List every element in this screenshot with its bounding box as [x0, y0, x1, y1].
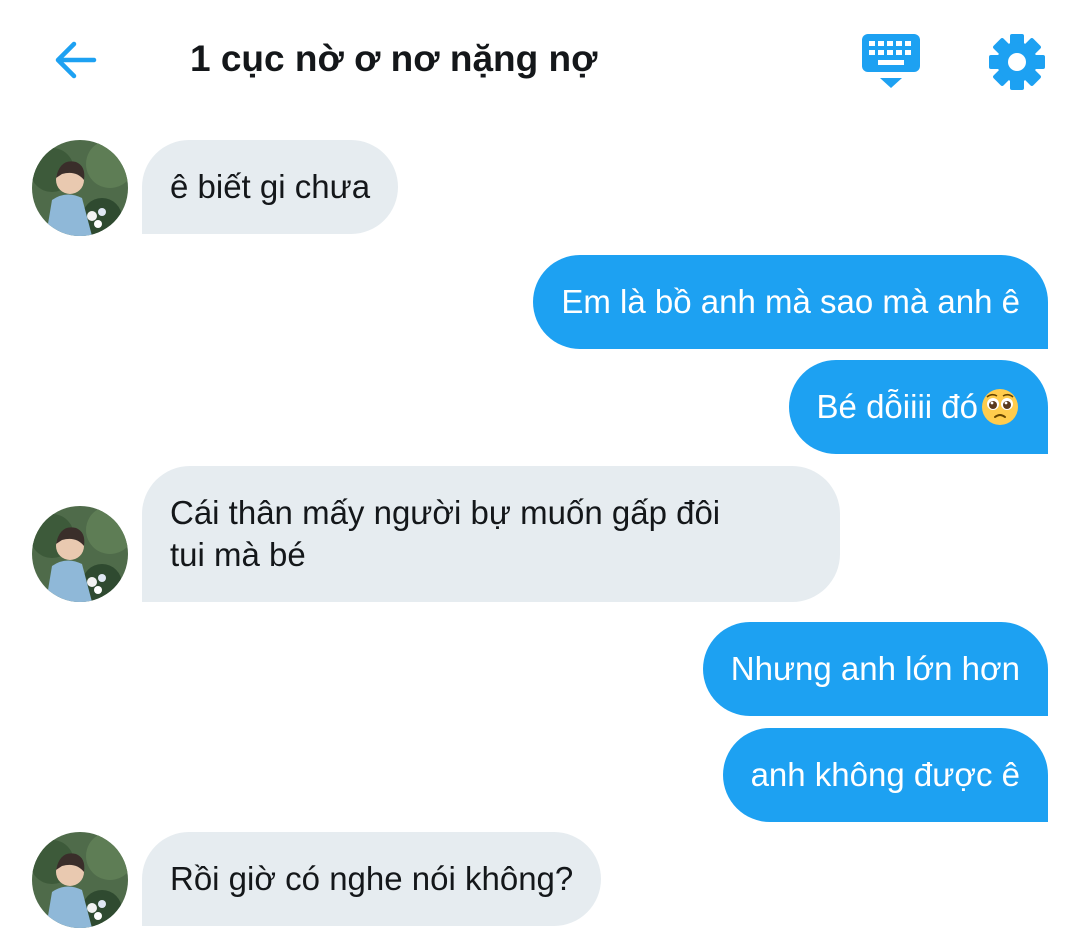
message-text: Cái thân mấy người bự muốn gấp đôi tui m…	[170, 494, 721, 573]
settings-button[interactable]	[985, 30, 1049, 94]
message-bubble-incoming[interactable]: ê biết gi chưa	[142, 140, 399, 234]
sender-avatar[interactable]	[32, 832, 128, 928]
message-bubble-outgoing[interactable]: Em là bồ anh mà sao mà anh ê	[533, 255, 1048, 349]
message-bubble-incoming[interactable]: Rồi giờ có nghe nói không?	[142, 832, 602, 926]
message-text: Bé dỗiiii đó	[816, 388, 978, 425]
message-text: ê biết gi chưa	[170, 168, 371, 205]
conversation-title: 1 cục nờ ơ nơ nặng nợ	[190, 38, 598, 79]
message-bubble-outgoing[interactable]: anh không được ê	[722, 728, 1048, 822]
avatar-photo	[32, 140, 128, 236]
conversation-header: 1 cục nờ ơ nơ nặng nợ	[0, 0, 1080, 120]
avatar-photo	[32, 832, 128, 928]
message-bubble-outgoing[interactable]: Bé dỗiiii đó	[788, 360, 1048, 454]
back-button[interactable]	[40, 28, 110, 92]
arrow-left-icon	[55, 41, 97, 79]
avatar-photo	[32, 506, 128, 602]
sender-avatar[interactable]	[32, 140, 128, 236]
message-text: Nhưng anh lớn hơn	[730, 650, 1020, 687]
message-text: Em là bồ anh mà sao mà anh ê	[561, 283, 1020, 320]
message-text: anh không được ê	[750, 756, 1020, 793]
pleading-face-emoji	[982, 389, 1018, 425]
keyboard-icon	[862, 34, 920, 88]
message-text: Rồi giờ có nghe nói không?	[170, 860, 574, 897]
sender-avatar[interactable]	[32, 506, 128, 602]
message-bubble-incoming[interactable]: Cái thân mấy người bự muốn gấp đôi tui m…	[142, 466, 840, 602]
gear-icon	[989, 34, 1045, 90]
keyboard-toggle-button[interactable]	[858, 30, 924, 92]
message-bubble-outgoing[interactable]: Nhưng anh lớn hơn	[702, 622, 1048, 716]
